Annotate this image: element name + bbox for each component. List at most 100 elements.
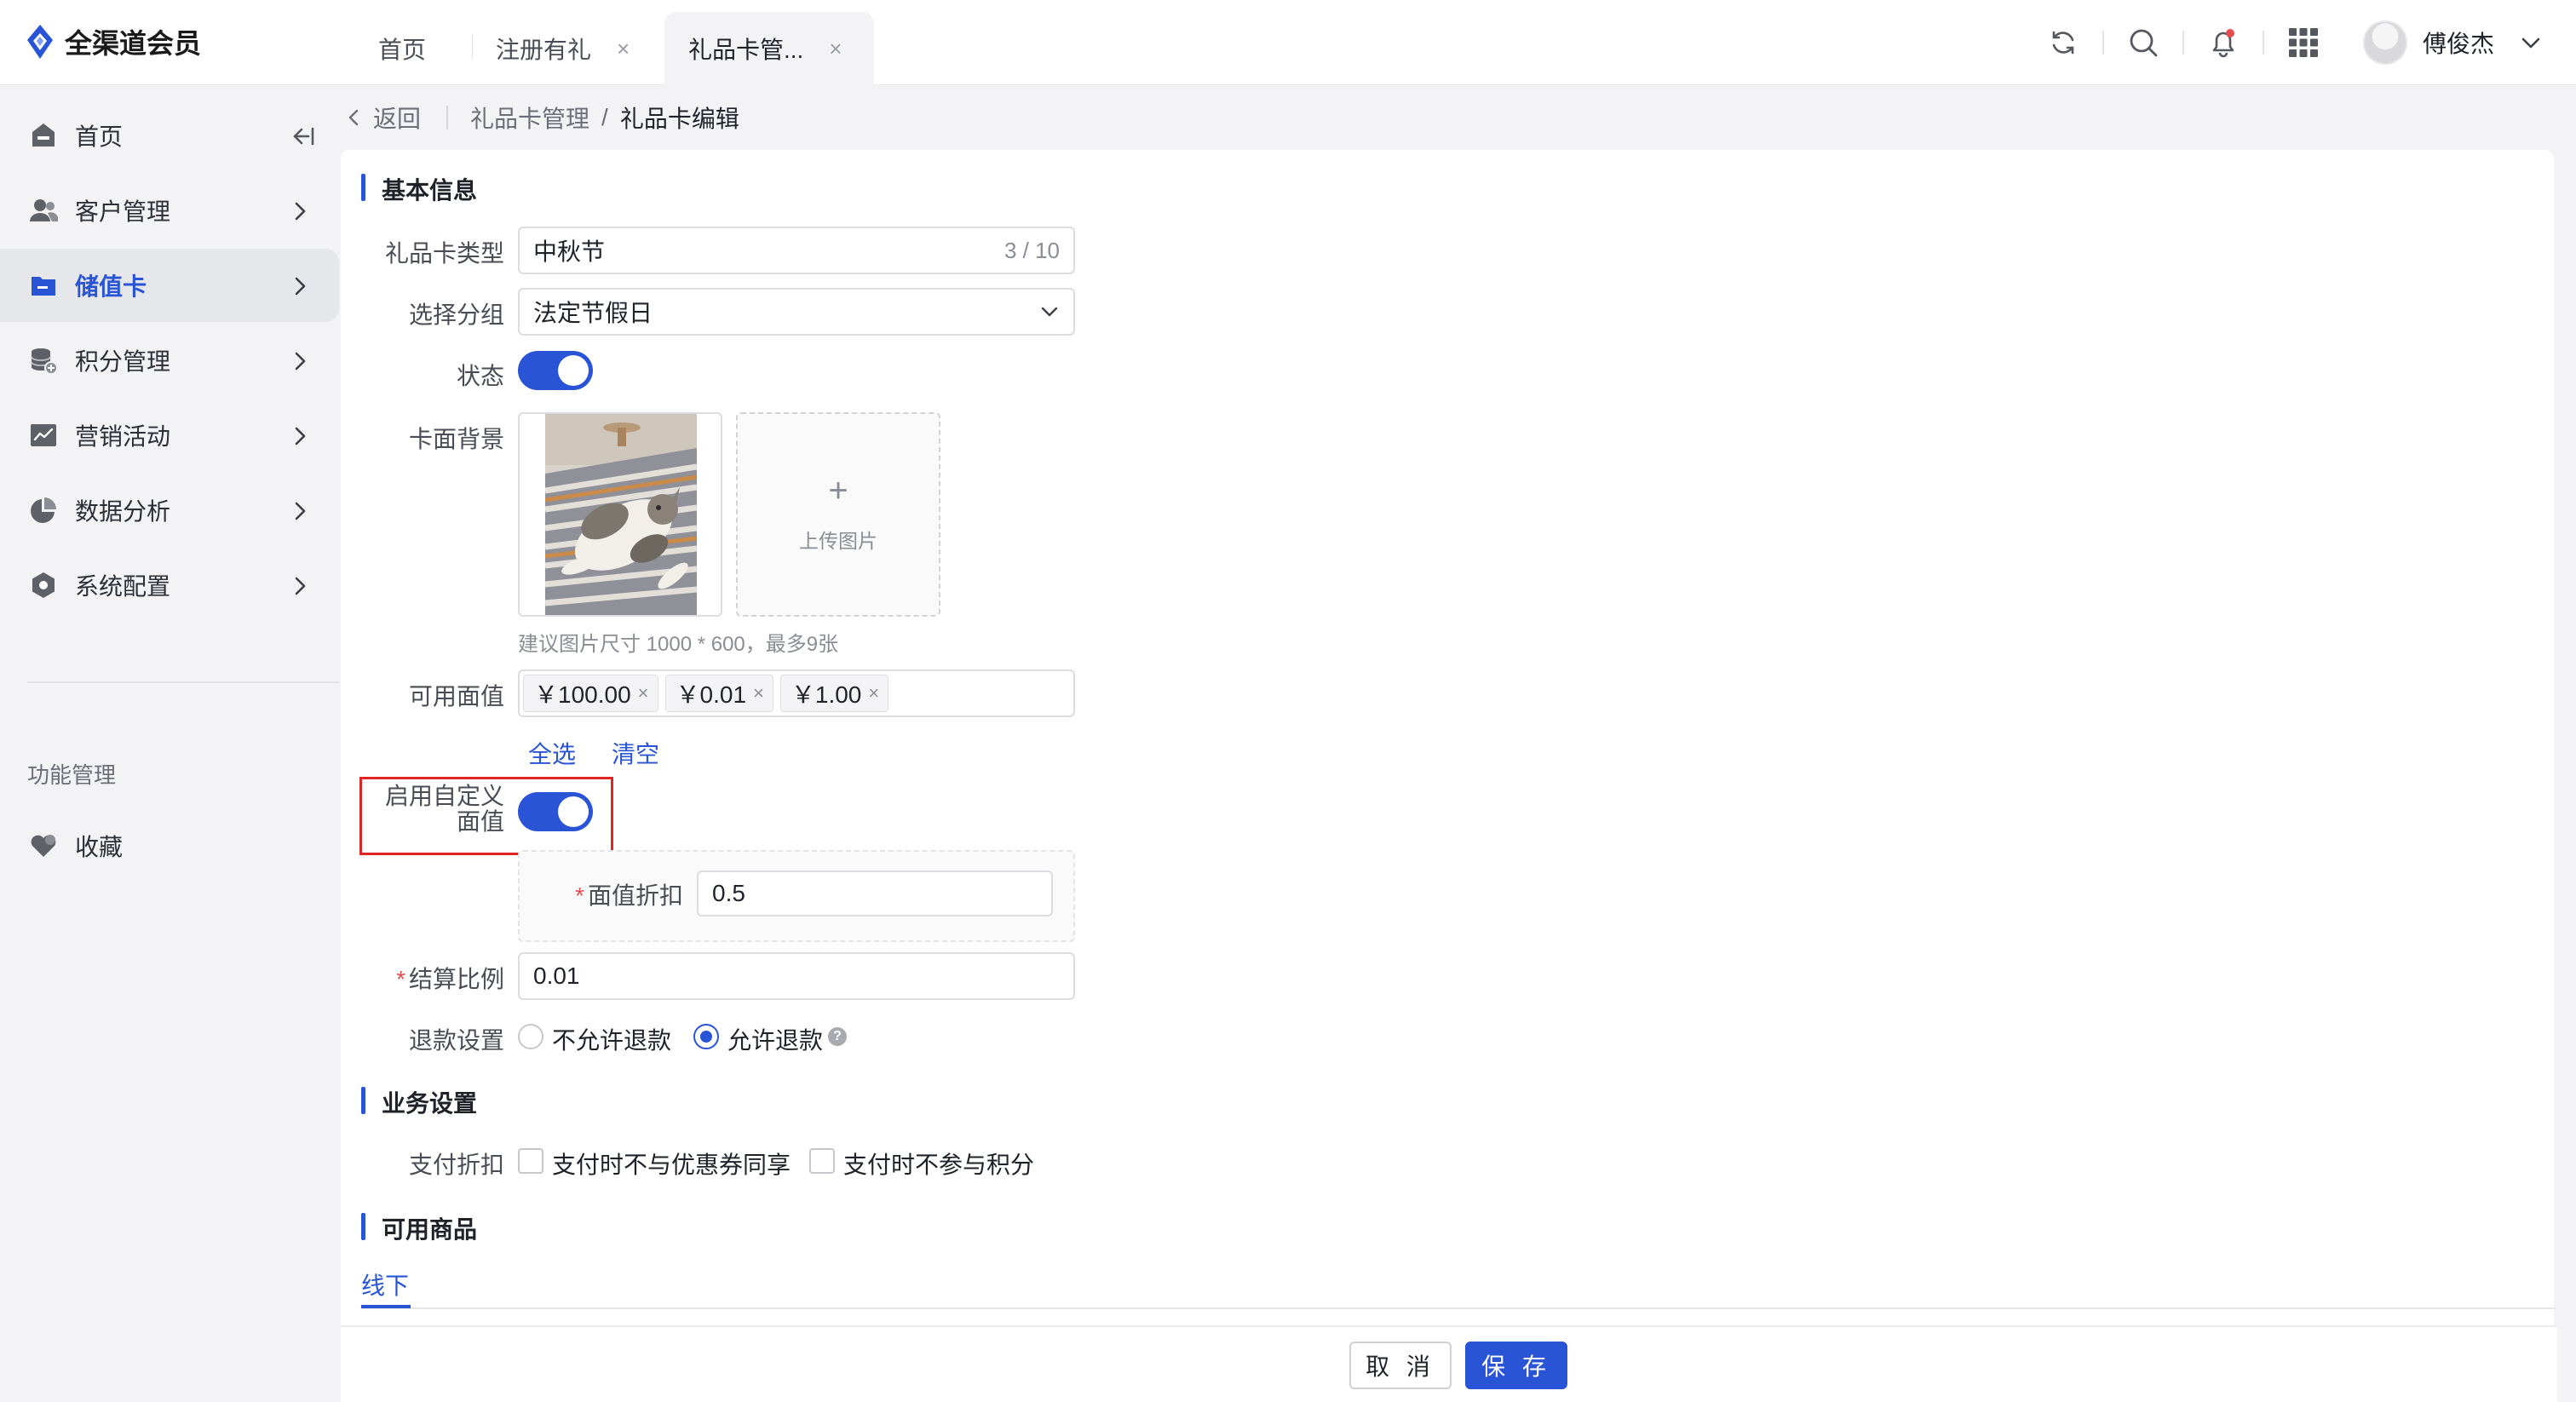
save-button[interactable]: 保 存 (1465, 1342, 1567, 1389)
card-type-input[interactable]: 中秋节 3 / 10 (518, 227, 1075, 274)
sidebar-item-points[interactable]: 积分管理 (0, 324, 339, 397)
select-all-link[interactable]: 全选 (528, 736, 576, 770)
tab-gift-card-management[interactable]: 礼品卡管... × (664, 12, 874, 85)
sidebar-item-label: 客户管理 (75, 198, 171, 225)
breadcrumb: 返回 礼品卡管理 / 礼品卡编辑 (341, 85, 739, 150)
tab-offline[interactable]: 线下 (361, 1267, 409, 1301)
page-tabs: 首页 注册有礼 × 礼品卡管... × (354, 12, 874, 85)
status-label: 状态 (456, 363, 504, 389)
close-icon[interactable]: × (868, 682, 879, 704)
close-icon[interactable]: × (753, 682, 764, 704)
close-icon[interactable]: × (617, 36, 630, 62)
close-icon[interactable]: × (829, 36, 842, 62)
face-values-label: 可用面值 (408, 683, 504, 710)
custom-value-toggle[interactable] (518, 792, 593, 831)
tag-label: ￥100.00 (534, 681, 631, 708)
sidebar-item-system-config[interactable]: 系统配置 (0, 549, 339, 622)
search-button[interactable] (2118, 17, 2169, 68)
char-counter: 3 / 10 (1003, 237, 1060, 263)
form-footer: 取 消 保 存 (341, 1325, 2557, 1402)
radio-allow-refund[interactable] (693, 1024, 719, 1049)
required-mark: * (396, 966, 405, 992)
toolbar-divider (2262, 31, 2264, 55)
toolbar-divider (2182, 31, 2184, 55)
scrollbar-track[interactable] (2557, 150, 2576, 1325)
search-icon (2130, 29, 2158, 57)
radio-label[interactable]: 不允许退款 (552, 1022, 671, 1056)
tab-label: 礼品卡管... (688, 37, 804, 63)
checkbox-label[interactable]: 支付时不与优惠券同享 (552, 1146, 791, 1181)
back-button[interactable]: 返回 (346, 101, 421, 135)
face-value-tag: ￥0.01 × (664, 675, 773, 712)
apps-button[interactable] (2278, 17, 2329, 68)
checkbox-no-points[interactable] (809, 1148, 835, 1174)
checkbox-label[interactable]: 支付时不参与积分 (843, 1146, 1034, 1181)
sidebar-item-favorites[interactable]: 收藏 (0, 809, 339, 882)
active-tab-indicator (361, 1305, 411, 1308)
status-toggle[interactable] (518, 351, 593, 390)
chevron-right-icon (295, 502, 306, 520)
gift-card-edit-form: 基本信息 礼品卡类型 中秋节 3 / 10 选择分组 法定节假日 状态 卡面背景 (341, 150, 2556, 1325)
clear-link[interactable]: 清空 (612, 736, 659, 770)
sidebar-item-marketing[interactable]: 营销活动 (0, 399, 339, 472)
tab-register-gift[interactable]: 注册有礼 × (472, 12, 664, 85)
chevron-right-icon (295, 577, 306, 595)
user-name[interactable]: 傅俊杰 (2423, 26, 2494, 60)
sidebar-item-label: 系统配置 (75, 573, 171, 600)
custom-value-label-line1: 启用自定义 (384, 783, 504, 809)
settlement-label-text: 结算比例 (408, 966, 504, 992)
tab-home[interactable]: 首页 (354, 12, 472, 85)
tag-label: ￥0.01 (676, 681, 747, 708)
brand[interactable]: 全渠道会员 (26, 22, 201, 61)
back-label: 返回 (373, 106, 422, 132)
breadcrumb-divider (446, 106, 449, 129)
toggle-knob (558, 796, 589, 827)
chevron-right-icon (295, 427, 306, 445)
group-select[interactable]: 法定节假日 (518, 288, 1075, 336)
custom-value-label: 启用自定义 面值 (358, 784, 504, 835)
close-icon[interactable]: × (638, 682, 649, 704)
chevron-down-icon (1041, 307, 1058, 317)
refresh-button[interactable] (2038, 17, 2089, 68)
sidebar-item-customers[interactable]: 客户管理 (0, 174, 339, 247)
refund-label: 退款设置 (408, 1027, 504, 1054)
tab-bar-divider (361, 1307, 2556, 1309)
section-title-business: 业务设置 (361, 1085, 477, 1119)
background-label: 卡面背景 (408, 426, 504, 452)
chevron-right-icon (295, 352, 306, 371)
chevron-left-icon (348, 109, 359, 126)
settlement-label: * 结算比例 (358, 961, 504, 995)
radio-disallow-refund[interactable] (518, 1024, 543, 1049)
breadcrumb-parent[interactable]: 礼品卡管理 (470, 101, 589, 135)
sidebar-item-stored-value-card[interactable]: 储值卡 (0, 249, 339, 322)
background-image-thumbnail[interactable] (518, 412, 722, 617)
face-values-multiselect[interactable]: ￥100.00 × ￥0.01 × ￥1.00 × (518, 669, 1075, 717)
breadcrumb-separator: / (601, 104, 608, 130)
card-type-label: 礼品卡类型 (384, 240, 504, 267)
cancel-button[interactable]: 取 消 (1349, 1342, 1452, 1389)
users-icon (30, 199, 58, 221)
group-value: 法定节假日 (533, 300, 653, 326)
chart-line-icon (31, 424, 56, 446)
notifications-button[interactable] (2198, 17, 2249, 68)
settlement-input[interactable]: 0.01 (518, 952, 1075, 1000)
radio-label[interactable]: 允许退款 (727, 1022, 823, 1056)
discount-input[interactable]: 0.5 (697, 871, 1053, 916)
group-label: 选择分组 (408, 302, 504, 328)
pay-discount-label: 支付折扣 (408, 1152, 504, 1178)
checkbox-no-coupon-stack[interactable] (518, 1148, 543, 1174)
avatar[interactable] (2362, 20, 2407, 65)
help-icon[interactable]: ? (828, 1027, 847, 1046)
collapse-sidebar-icon[interactable] (291, 125, 315, 147)
image-upload-area[interactable]: + 上传图片 (736, 412, 940, 617)
face-value-tag: ￥1.00 × (779, 675, 889, 712)
refresh-icon (2052, 31, 2074, 55)
sidebar-item-home[interactable]: 首页 (0, 99, 339, 172)
app-name: 全渠道会员 (65, 28, 202, 59)
sidebar-item-data-analysis[interactable]: 数据分析 (0, 474, 339, 547)
chevron-right-icon (295, 277, 306, 296)
sidebar-item-label: 营销活动 (75, 423, 171, 450)
chevron-down-icon[interactable] (2520, 32, 2542, 54)
image-size-hint: 建议图片尺寸 1000 * 600，最多9张 (518, 633, 839, 656)
toggle-knob (558, 355, 589, 386)
